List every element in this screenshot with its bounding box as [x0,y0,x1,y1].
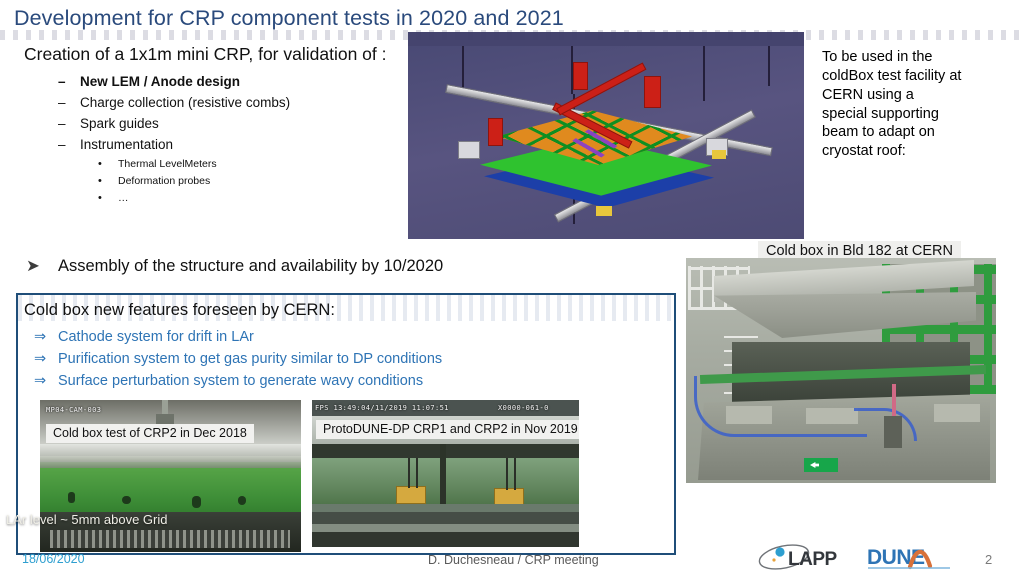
crp-cad-render-image [408,46,804,239]
subbullet-ellipsis: •… [98,192,129,204]
bullet-label: Spark guides [80,116,159,131]
subbullet-deformation-probes: • Deformation probes [98,175,210,187]
assembly-label: Assembly of the structure and availabili… [58,257,444,275]
subbullet-label: … [118,192,129,204]
page-number: 2 [985,552,993,567]
bullet-item-new-lem: – New LEM / Anode design [58,74,240,89]
feature-item-purification: ⇒ Purification system to get gas purity s… [34,351,442,367]
lar-level-overlay-note: LAr level ~ 5mm above Grid [6,512,168,527]
subbullet-thermal-levelmeters: • Thermal LevelMeters [98,158,217,170]
dash-marker-icon: – [58,116,66,131]
dash-marker-icon: – [58,95,66,110]
dot-marker-icon: • [98,192,102,204]
features-heading: Cold box new features foreseen by CERN: [24,301,335,319]
crp2-coldbox-test-photo: MP04-CAM-003 Cold box test of CRP2 in De… [40,400,301,552]
dash-marker-icon: – [58,74,66,89]
double-arrow-icon: ⇒ [34,329,47,345]
bullet-label: New LEM / Anode design [80,74,241,89]
feature-label: Surface perturbation system to generate … [58,373,424,389]
arrow-bullet-icon: ➤ [26,257,40,275]
footer-author-meeting: D. Duchesneau / CRP meeting [428,553,599,567]
coldbox-usage-note: To be used in the coldBox test facility … [822,49,962,160]
bullet-item-spark-guides: – Spark guides [58,116,159,131]
double-arrow-icon: ⇒ [34,373,47,389]
dune-logo-text: DUNE [867,546,925,569]
dot-marker-icon: • [98,175,102,187]
dune-logo: DUNE [867,546,950,570]
lapp-logo-text: LAPP [788,549,838,570]
footer-date: 18/06/2020 [22,552,85,566]
crp2-photo-caption: Cold box test of CRP2 in Dec 2018 [46,424,254,443]
feature-item-cathode: ⇒ Cathode system for drift in LAr [34,329,254,345]
lapp-logo: LAPP [758,544,838,570]
dash-marker-icon: – [58,137,66,152]
bullet-item-charge-collection: – Charge collection (resistive combs) [58,95,290,110]
bullet-label: Charge collection (resistive combs) [80,95,291,110]
subbullet-label: Thermal LevelMeters [118,158,217,170]
title-accent-block [408,32,804,46]
feature-label: Cathode system for drift in LAr [58,329,254,345]
subbullet-label: Deformation probes [118,175,211,187]
protodune-dp-crp-photo: FPS 13:49:04/11/2019 11:07:51 X0000-061-… [312,400,579,547]
crp1crp2-photo-caption: ProtoDUNE-DP CRP1 and CRP2 in Nov 2019 [316,420,579,439]
camera-timestamp-label: FPS 13:49:04/11/2019 11:07:51 [315,404,449,412]
camera-id-label: MP04-CAM-003 [46,406,102,414]
feature-label: Purification system to get gas purity si… [58,351,443,367]
page-title: Development for CRP component tests in 2… [14,6,564,30]
coldbox-facility-photo [686,258,996,483]
dot-marker-icon: • [98,158,102,170]
bullet-item-instrumentation: – Instrumentation [58,137,173,152]
camera-id-label-right: X0000-061-0 [498,404,549,412]
assembly-availability-line: ➤ Assembly of the structure and availabil… [26,256,443,276]
double-arrow-icon: ⇒ [34,351,47,367]
intro-lead-text: Creation of a 1x1m mini CRP, for validat… [24,44,387,64]
feature-item-surface-perturbation: ⇒ Surface perturbation system to generate… [34,373,423,389]
bullet-label: Instrumentation [80,137,174,152]
